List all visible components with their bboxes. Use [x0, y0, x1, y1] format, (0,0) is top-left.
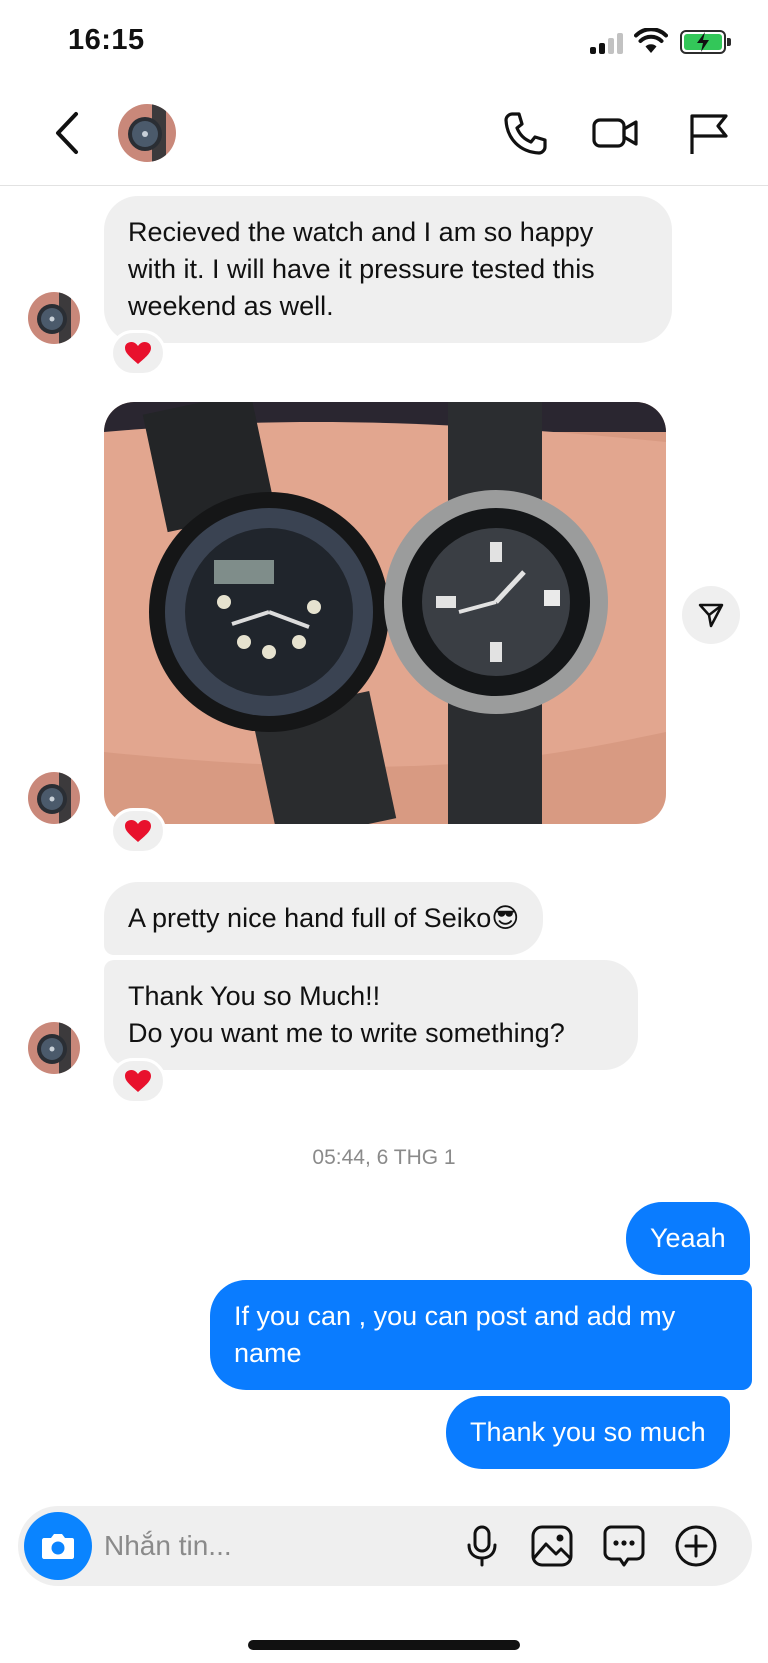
- incoming-message[interactable]: Recieved the watch and I am so happy wit…: [104, 196, 672, 343]
- wifi-icon: [634, 28, 668, 53]
- sender-avatar[interactable]: [28, 1022, 80, 1074]
- message-composer: [18, 1506, 752, 1586]
- sender-avatar[interactable]: [28, 292, 80, 344]
- back-chevron-icon[interactable]: [48, 108, 88, 158]
- camera-icon: [42, 1534, 74, 1559]
- cellular-signal-icon: [590, 32, 624, 54]
- message-input[interactable]: [104, 1526, 434, 1566]
- outgoing-message[interactable]: Yeaah: [626, 1202, 750, 1275]
- status-bar: 16:15: [0, 0, 768, 80]
- camera-button[interactable]: [24, 1512, 92, 1580]
- share-icon: [698, 603, 724, 628]
- outgoing-message[interactable]: If you can , you can post and add my nam…: [210, 1280, 752, 1390]
- plus-icon[interactable]: [674, 1524, 718, 1568]
- sticker-icon[interactable]: [602, 1524, 646, 1568]
- video-icon[interactable]: [592, 110, 638, 156]
- share-button[interactable]: [682, 586, 740, 644]
- heart-reaction-icon[interactable]: [110, 808, 166, 854]
- flag-icon[interactable]: [686, 110, 732, 156]
- sender-avatar[interactable]: [28, 772, 80, 824]
- contact-avatar[interactable]: [118, 104, 176, 162]
- status-time: 16:15: [68, 24, 145, 56]
- phone-icon[interactable]: [502, 110, 548, 156]
- gallery-icon[interactable]: [530, 1524, 574, 1568]
- home-indicator[interactable]: [248, 1640, 520, 1650]
- microphone-icon[interactable]: [460, 1524, 504, 1568]
- outgoing-message[interactable]: Thank you so much: [446, 1396, 730, 1469]
- chat-header: [0, 80, 768, 186]
- message-timestamp: 05:44, 6 THG 1: [312, 1146, 456, 1169]
- incoming-message[interactable]: Thank You so Much!! Do you want me to wr…: [104, 960, 638, 1070]
- incoming-message[interactable]: A pretty nice hand full of Seiko😎: [104, 882, 544, 955]
- battery-charging-icon: [680, 30, 731, 54]
- heart-reaction-icon[interactable]: [110, 1058, 166, 1104]
- watch-photo[interactable]: [104, 402, 666, 824]
- heart-reaction-icon[interactable]: [110, 330, 166, 376]
